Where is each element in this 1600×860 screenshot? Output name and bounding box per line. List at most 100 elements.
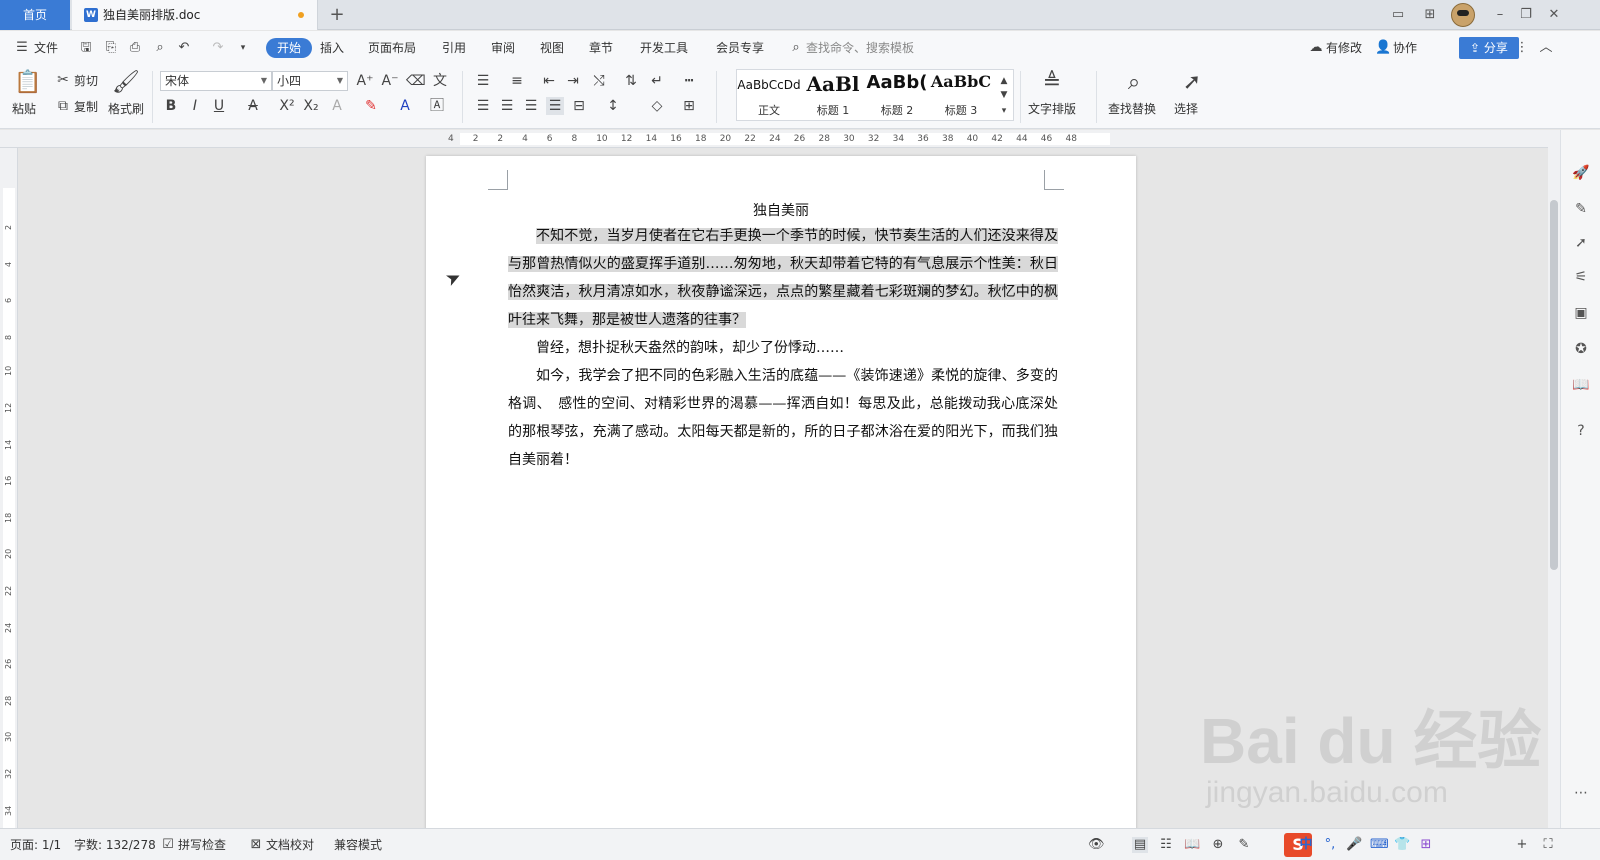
- bold-icon[interactable]: B: [162, 97, 180, 115]
- font-color-icon[interactable]: A: [396, 97, 414, 115]
- clear-format-icon[interactable]: ⌫: [406, 72, 426, 90]
- styles-expand-icon[interactable]: ▾: [995, 102, 1013, 120]
- bullet-list-icon[interactable]: ☰: [474, 72, 492, 90]
- distribute-icon[interactable]: ⊟: [570, 97, 588, 115]
- numbered-list-icon[interactable]: ≡: [508, 72, 526, 90]
- spellcheck-button[interactable]: 拼写检查: [178, 837, 226, 853]
- skin-shirt-icon[interactable]: 👕: [1394, 837, 1410, 853]
- text-layout-icon[interactable]: ≜: [1038, 69, 1066, 97]
- text-layout-button[interactable]: 文字排版: [1028, 101, 1076, 117]
- horizontal-ruler[interactable]: 4 2 2 4 6 8 10 12 14 16 18 20 22 24 26 28 30 32 34 36 38 40 42…: [0, 130, 1548, 148]
- menu-tab-start[interactable]: 开始: [266, 38, 312, 58]
- paste-button[interactable]: 粘贴: [12, 101, 36, 117]
- tab-document[interactable]: W 独自美丽排版.doc: [72, 0, 318, 30]
- underline-icon[interactable]: U: [210, 97, 228, 115]
- print-icon[interactable]: ⎙: [127, 40, 143, 56]
- share-button[interactable]: ⇪ 分享: [1459, 37, 1519, 59]
- style-normal[interactable]: AaBbCcDd 正文: [737, 70, 801, 120]
- menu-tab-member[interactable]: 会员专享: [716, 40, 764, 56]
- phonetic-guide-icon[interactable]: 文: [431, 72, 449, 90]
- select-cursor-icon[interactable]: ➚: [1178, 69, 1206, 97]
- menu-tab-view[interactable]: 视图: [540, 40, 564, 56]
- layout-toggle-icon[interactable]: ▭: [1390, 7, 1406, 23]
- minimize-icon[interactable]: –: [1492, 7, 1508, 23]
- document-heading[interactable]: 独自美丽: [426, 200, 1136, 220]
- vertical-scrollbar[interactable]: [1548, 130, 1560, 828]
- sort-icon[interactable]: ⇅: [622, 72, 640, 90]
- keyboard-icon[interactable]: ⌨: [1370, 837, 1389, 853]
- collapse-ribbon-icon[interactable]: ︿: [1538, 40, 1554, 56]
- quick-access-dropdown-icon[interactable]: ▾: [235, 40, 251, 56]
- align-center-icon[interactable]: ☰: [498, 97, 516, 115]
- font-name-select[interactable]: 宋体 ▼: [160, 71, 272, 91]
- image-gallery-icon[interactable]: ▣: [1572, 304, 1590, 322]
- superscript-icon[interactable]: X²: [278, 97, 296, 115]
- find-replace-icon[interactable]: ⌕: [1120, 69, 1148, 97]
- style-heading1[interactable]: AaBl 标题 1: [801, 70, 865, 120]
- paste-icon[interactable]: 📋: [14, 69, 42, 97]
- ruler-toggle-icon[interactable]: ┅: [680, 72, 698, 90]
- menu-tab-chapter[interactable]: 章节: [589, 40, 613, 56]
- borders-icon[interactable]: ⊞: [680, 97, 698, 115]
- style-heading3[interactable]: AaBbC 标题 3: [929, 70, 993, 120]
- document-paragraph-2[interactable]: 曾经，想扑捉秋天盎然的韵味，却少了份悸动……: [508, 334, 1058, 362]
- document-paragraph-3[interactable]: 如今，我学会了把不同的色彩融入生活的底蕴——《装饰速递》柔悦的旋律、多变的格调、…: [508, 362, 1058, 474]
- text-effect-icon[interactable]: A: [328, 97, 346, 115]
- ime-punctuation-icon[interactable]: °,: [1322, 837, 1338, 853]
- adjust-sliders-icon[interactable]: ⚟: [1572, 268, 1590, 286]
- toolbox-grid-icon[interactable]: ⊞: [1418, 837, 1434, 853]
- find-replace-button[interactable]: 查找替换: [1108, 101, 1156, 117]
- collaborate-button[interactable]: 协作: [1393, 40, 1417, 56]
- zoom-in-icon[interactable]: +: [1514, 837, 1530, 853]
- compass-icon[interactable]: ✪: [1572, 340, 1590, 358]
- pointer-icon[interactable]: ➚: [1572, 234, 1590, 252]
- format-painter-icon[interactable]: 🖌: [112, 69, 140, 97]
- page-count[interactable]: 页面: 1/1: [10, 837, 61, 853]
- web-view-icon[interactable]: ⊕: [1210, 837, 1226, 853]
- menu-tab-review[interactable]: 审阅: [491, 40, 515, 56]
- font-size-select[interactable]: 小四 ▼: [272, 71, 348, 91]
- style-heading2[interactable]: AaBb( 标题 2: [865, 70, 929, 120]
- copy-button[interactable]: 复制: [74, 99, 98, 115]
- command-search-input[interactable]: 查找命令、搜索模板: [806, 40, 914, 56]
- export-pdf-icon[interactable]: ⎘: [103, 40, 119, 56]
- eye-protection-icon[interactable]: 👁: [1088, 837, 1105, 853]
- word-count[interactable]: 字数: 132/278: [74, 837, 156, 853]
- show-marks-icon[interactable]: ↵: [648, 72, 666, 90]
- microphone-icon[interactable]: 🎤: [1346, 837, 1362, 853]
- document-page[interactable]: 独自美丽 不知不觉，当岁月使者在它右手更换一个季节的时候，快节奏生活的人们还没来…: [426, 156, 1136, 828]
- char-border-icon[interactable]: 🄰: [428, 97, 446, 115]
- grow-font-icon[interactable]: A⁺: [356, 72, 374, 90]
- more-options-icon[interactable]: ⋮: [1514, 40, 1530, 56]
- proofread-button[interactable]: 文档校对: [266, 837, 314, 853]
- menu-tab-page-layout[interactable]: 页面布局: [368, 40, 416, 56]
- decrease-indent-icon[interactable]: ⇤: [540, 72, 558, 90]
- document-canvas[interactable]: 独自美丽 不知不觉，当岁月使者在它右手更换一个季节的时候，快节奏生活的人们还没来…: [18, 148, 1548, 828]
- menu-tab-developer[interactable]: 开发工具: [640, 40, 688, 56]
- undo-icon[interactable]: ↶: [176, 40, 192, 56]
- print-preview-icon[interactable]: ⌕: [152, 40, 168, 56]
- reading-view-icon[interactable]: 📖: [1184, 837, 1200, 853]
- modified-status-button[interactable]: 有修改: [1326, 40, 1362, 56]
- redo-icon[interactable]: ↷: [210, 40, 226, 56]
- menu-tab-insert[interactable]: 插入: [320, 40, 344, 56]
- menu-file[interactable]: 文件: [34, 40, 58, 56]
- new-tab-button[interactable]: +: [326, 4, 348, 26]
- chinese-layout-icon[interactable]: ⤭: [590, 72, 608, 90]
- user-avatar[interactable]: [1451, 3, 1475, 27]
- align-right-icon[interactable]: ☰: [522, 97, 540, 115]
- outline-view-icon[interactable]: ☷: [1158, 837, 1174, 853]
- grid-apps-icon[interactable]: ⊞: [1422, 7, 1438, 23]
- strikethrough-icon[interactable]: A: [244, 97, 262, 115]
- vertical-ruler[interactable]: 2 4 6 8 10 12 14 16 18 20 22 24 26 28 30 32 34: [0, 148, 18, 828]
- help-icon[interactable]: ?: [1572, 422, 1590, 440]
- format-painter-button[interactable]: 格式刷: [108, 101, 144, 117]
- scrollbar-thumb[interactable]: [1550, 200, 1558, 570]
- rocket-icon[interactable]: 🚀: [1572, 164, 1590, 182]
- shading-icon[interactable]: ◇: [648, 97, 666, 115]
- hamburger-menu-icon[interactable]: ☰: [14, 40, 30, 56]
- justify-icon[interactable]: ☰: [546, 97, 564, 115]
- page-view-icon[interactable]: ▤: [1132, 837, 1148, 853]
- shrink-font-icon[interactable]: A⁻: [381, 72, 399, 90]
- menu-tab-references[interactable]: 引用: [442, 40, 466, 56]
